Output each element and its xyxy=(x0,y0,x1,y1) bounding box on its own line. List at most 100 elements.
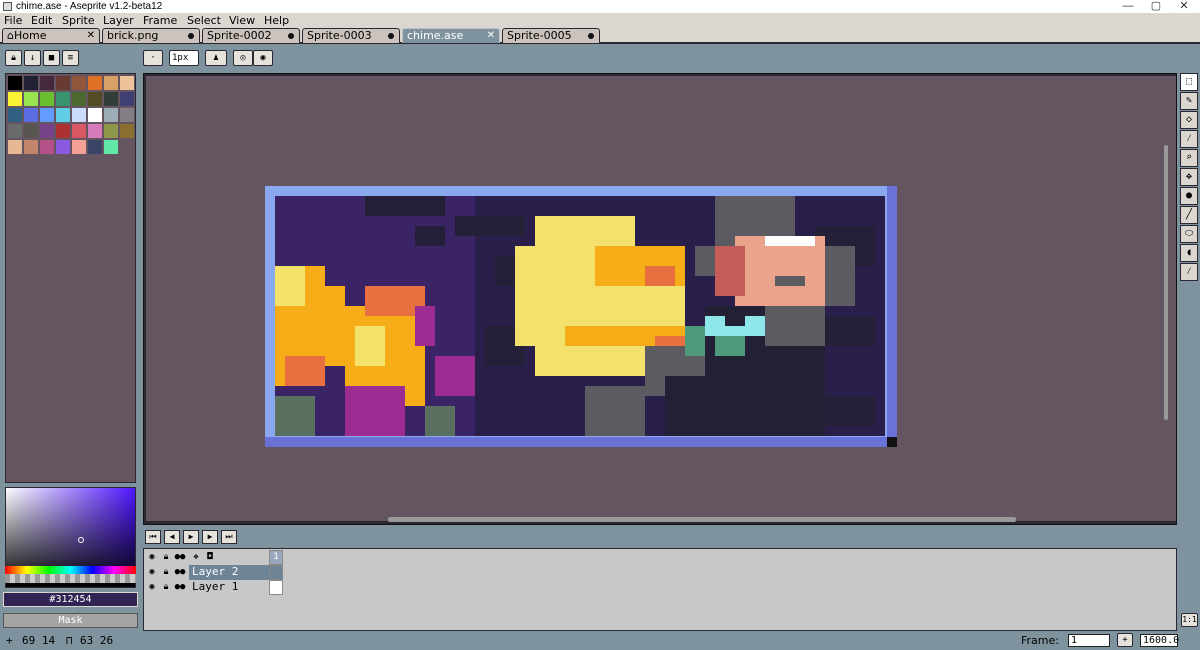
continuous-icon[interactable]: ●● xyxy=(174,581,186,593)
menu-frame[interactable]: Frame xyxy=(143,13,177,28)
menu-sprite[interactable]: Sprite xyxy=(62,13,95,28)
tab-sprite-0002[interactable]: Sprite-0002 xyxy=(202,28,300,43)
lock-icon[interactable]: 🔒︎ xyxy=(5,50,22,66)
zoom-field[interactable]: 1600.0 xyxy=(1140,634,1179,647)
lock-icon[interactable]: 🔒︎ xyxy=(160,581,172,593)
palette-swatch[interactable] xyxy=(8,140,22,154)
menu-help[interactable]: Help xyxy=(264,13,289,28)
brush-size-field[interactable]: 1px xyxy=(169,50,199,66)
tab-chime[interactable]: chime.ase ✕ xyxy=(402,28,500,43)
menu-file[interactable]: File xyxy=(4,13,22,28)
layer-name[interactable]: Layer 2 xyxy=(189,565,269,580)
palette-swatch[interactable] xyxy=(72,108,86,122)
palette-swatch[interactable] xyxy=(40,124,54,138)
palette-swatch[interactable] xyxy=(56,124,70,138)
minimize-button[interactable]: — xyxy=(1114,0,1142,13)
palette-swatch[interactable] xyxy=(72,140,86,154)
paint-bucket-tool-icon[interactable]: ● xyxy=(1180,187,1198,205)
alpha-slider[interactable] xyxy=(5,574,136,583)
eye-icon[interactable]: ◉ xyxy=(146,581,158,593)
close-button[interactable]: ✕ xyxy=(1170,0,1198,13)
palette-swatch[interactable] xyxy=(8,92,22,106)
previous-frame-icon[interactable]: ◀ xyxy=(164,530,180,544)
menu-select[interactable]: Select xyxy=(187,13,221,28)
palette-swatch[interactable] xyxy=(40,92,54,106)
frame-field[interactable]: 1 xyxy=(1068,634,1110,647)
menu-edit[interactable]: Edit xyxy=(31,13,52,28)
menu-layer[interactable]: Layer xyxy=(103,13,134,28)
palette-swatch[interactable] xyxy=(56,140,70,154)
palette-swatch[interactable] xyxy=(56,92,70,106)
link-cels-icon[interactable]: ◘ xyxy=(204,551,216,563)
palette-swatch[interactable] xyxy=(88,124,102,138)
continuous-icon[interactable]: ●● xyxy=(174,566,186,578)
actual-size-button[interactable]: 1:1 xyxy=(1181,613,1198,627)
brush-type-button[interactable]: · xyxy=(143,50,163,66)
palette-swatch[interactable] xyxy=(88,140,102,154)
palette-swatch[interactable] xyxy=(104,108,118,122)
palette-swatch[interactable] xyxy=(8,76,22,90)
palette-swatch[interactable] xyxy=(24,140,38,154)
cel-icon[interactable] xyxy=(269,565,283,580)
palette-swatch[interactable] xyxy=(104,92,118,106)
menu-view[interactable]: View xyxy=(229,13,255,28)
palette-swatch[interactable] xyxy=(72,124,86,138)
palette-swatch[interactable] xyxy=(120,108,134,122)
palette-swatch[interactable] xyxy=(56,108,70,122)
palette-swatch[interactable] xyxy=(24,76,38,90)
palette-swatch[interactable] xyxy=(120,124,134,138)
tab-sprite-0005[interactable]: Sprite-0005 xyxy=(502,28,600,43)
cel-icon[interactable] xyxy=(269,580,283,595)
palette-swatch[interactable] xyxy=(72,76,86,90)
lock-icon[interactable]: 🔒︎ xyxy=(160,551,172,563)
ellipse-tool-icon[interactable]: ⬭ xyxy=(1180,225,1198,243)
add-frame-button[interactable]: + xyxy=(1117,633,1133,647)
tab-brick[interactable]: brick.png xyxy=(102,28,200,43)
layer-name[interactable]: Layer 1 xyxy=(189,580,269,595)
eye-icon[interactable]: ◉ xyxy=(146,566,158,578)
onion-skin-icon[interactable]: ❖ xyxy=(190,551,202,563)
move-tool-icon[interactable]: ✥ xyxy=(1180,168,1198,186)
play-icon[interactable]: ▶ xyxy=(183,530,199,544)
layer-row-1[interactable]: ◉ 🔒︎ ●● Layer 1 xyxy=(144,580,284,595)
mask-button[interactable]: Mask xyxy=(3,613,138,628)
layer-row-2[interactable]: ◉ 🔒︎ ●● Layer 2 xyxy=(144,565,284,580)
pencil-tool-icon[interactable]: ✎ xyxy=(1180,92,1198,110)
palette-swatch[interactable] xyxy=(40,140,54,154)
save-palette-icon[interactable]: ■ xyxy=(43,50,60,66)
palette-swatch[interactable] xyxy=(40,76,54,90)
palette-swatch[interactable] xyxy=(88,92,102,106)
last-frame-icon[interactable]: ⏭ xyxy=(221,530,237,544)
frame-header[interactable]: 1 xyxy=(269,550,283,565)
symmetry-icon[interactable]: ◉ xyxy=(253,50,273,66)
hue-slider[interactable] xyxy=(5,566,136,574)
palette-swatch[interactable] xyxy=(88,108,102,122)
palette-swatch[interactable] xyxy=(8,108,22,122)
horizontal-scrollbar[interactable] xyxy=(388,517,1016,522)
close-icon[interactable]: ✕ xyxy=(487,29,495,42)
palette-swatch[interactable] xyxy=(40,108,54,122)
palette-swatch[interactable] xyxy=(8,124,22,138)
color-hex-field[interactable]: #312454 xyxy=(3,592,138,607)
palette-swatch[interactable] xyxy=(56,76,70,90)
palette-swatch[interactable] xyxy=(88,76,102,90)
palette-swatch[interactable] xyxy=(24,92,38,106)
tab-home[interactable]: ⌂Home ✕ xyxy=(2,28,100,43)
palette-swatch[interactable] xyxy=(104,140,118,154)
palette-swatch[interactable] xyxy=(72,92,86,106)
palette-swatch[interactable] xyxy=(24,108,38,122)
palette-swatch[interactable] xyxy=(24,124,38,138)
tab-sprite-0003[interactable]: Sprite-0003 xyxy=(302,28,400,43)
eyedropper-tool-icon[interactable]: ⁄ xyxy=(1180,130,1198,148)
palette-options-icon[interactable]: ≡ xyxy=(62,50,79,66)
sort-icon[interactable]: ↓ xyxy=(24,50,41,66)
marquee-tool-icon[interactable]: ⬚ xyxy=(1180,73,1198,91)
palette-swatch[interactable] xyxy=(120,76,134,90)
continuous-icon[interactable]: ●● xyxy=(174,551,186,563)
maximize-button[interactable]: ▢ xyxy=(1142,0,1170,13)
blur-tool-icon[interactable]: ⁄ xyxy=(1180,263,1198,281)
ink-type-icon[interactable]: ♟ xyxy=(205,50,227,66)
eraser-tool-icon[interactable]: ◇ xyxy=(1180,111,1198,129)
close-icon[interactable]: ✕ xyxy=(87,29,95,42)
eye-icon[interactable]: ◉ xyxy=(146,551,158,563)
